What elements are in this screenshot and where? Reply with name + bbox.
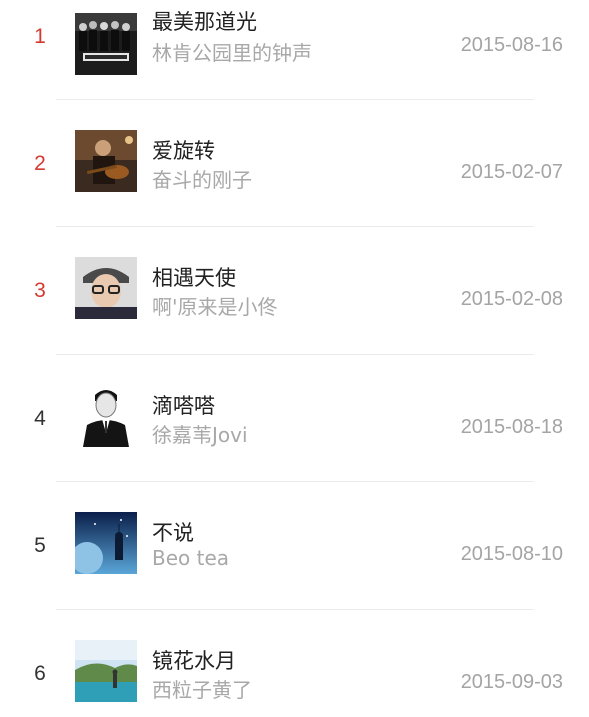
guitarist-cover-icon (75, 130, 137, 192)
song-title: 最美那道光 (152, 10, 257, 34)
song-date: 2015-02-08 (460, 288, 563, 310)
song-row[interactable]: 4 滴嗒嗒 徐嘉苇Jovi 2015-08-18 (0, 355, 589, 482)
song-list: 1 最美那道光 林肯公园里的钟声 2015-08-16 2 爱旋转 奋斗的刚子 … (0, 0, 589, 717)
rank-number: 6 (34, 662, 46, 685)
rank-number: 4 (34, 407, 46, 430)
rank-number: 1 (34, 25, 46, 48)
song-artist: Beo tea (152, 546, 230, 570)
rank-number: 3 (34, 279, 46, 302)
rank-number: 5 (34, 534, 46, 557)
song-row[interactable]: 2 爱旋转 奋斗的刚子 2015-02-07 (0, 100, 589, 227)
song-title: 不说 (152, 521, 194, 545)
landscape-cover-icon (75, 640, 137, 702)
song-date: 2015-02-07 (460, 161, 563, 183)
rank-number: 2 (34, 152, 46, 175)
song-date: 2015-08-18 (460, 416, 563, 438)
song-row[interactable]: 3 相遇天使 啊'原来是小佟 2015-02-08 (0, 227, 589, 354)
song-row[interactable]: 5 不说 Beo tea 2015-08-10 (0, 482, 589, 609)
song-artist: 林肯公园里的钟声 (152, 41, 312, 65)
band-cover-icon (75, 13, 137, 75)
song-artist: 奋斗的刚子 (152, 168, 252, 192)
song-artist: 啊'原来是小佟 (152, 295, 278, 319)
song-date: 2015-08-16 (460, 34, 563, 56)
song-artist: 西粒子黄了 (152, 678, 252, 702)
song-date: 2015-08-10 (460, 543, 563, 565)
song-row[interactable]: 6 镜花水月 西粒子黄了 2015-09-03 (0, 610, 589, 717)
song-title: 滴嗒嗒 (152, 394, 215, 418)
song-title: 相遇天使 (152, 266, 236, 290)
song-title: 镜花水月 (152, 649, 236, 673)
song-date: 2015-09-03 (460, 671, 563, 693)
song-artist: 徐嘉苇Jovi (152, 423, 248, 447)
portrait-cover-icon (75, 257, 137, 319)
song-row[interactable]: 1 最美那道光 林肯公园里的钟声 2015-08-16 (0, 0, 589, 107)
song-title: 爱旋转 (152, 139, 215, 163)
night-sky-cover-icon (75, 512, 137, 574)
suit-portrait-cover-icon (75, 385, 137, 447)
